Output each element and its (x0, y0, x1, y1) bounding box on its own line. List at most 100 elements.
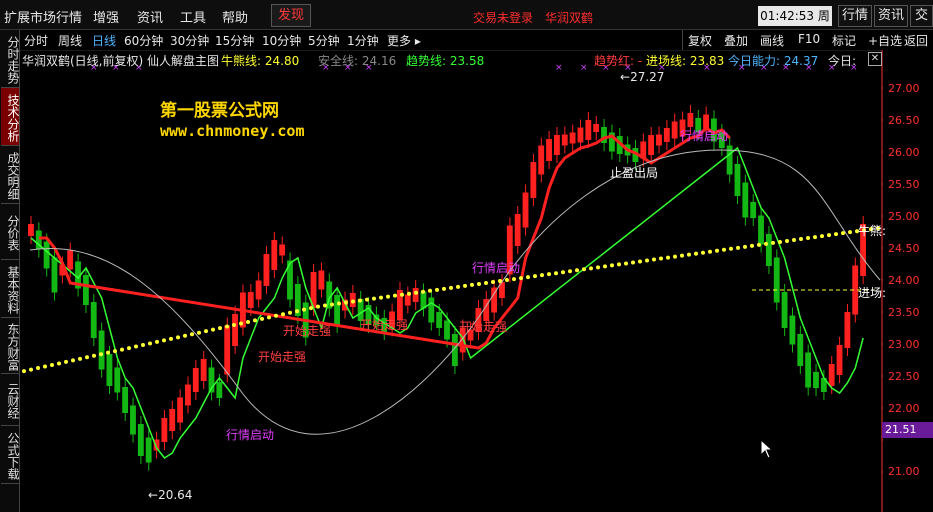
toolbar-divider (682, 30, 683, 50)
bull-line-dot (190, 332, 194, 337)
bull-line-dot (736, 245, 740, 250)
bull-line-dot (505, 278, 509, 283)
f10-button[interactable]: F10 (798, 32, 820, 46)
bull-line-dot (113, 349, 117, 354)
menu-tools[interactable]: 工具 (180, 7, 206, 26)
period-60min[interactable]: 60分钟 (124, 32, 163, 49)
back-button[interactable]: 返回 (904, 32, 928, 49)
add-watchlist-button[interactable]: +自选 (868, 32, 902, 49)
mark-button[interactable]: 标记 (832, 32, 856, 49)
candle-body (561, 134, 568, 146)
bull-line-dot (372, 296, 376, 301)
sidebar-tab-eastmoney[interactable]: 东方财富 (1, 318, 20, 374)
bull-line-dot (155, 339, 159, 344)
candle-body (836, 345, 843, 375)
bull-line-dot (127, 346, 131, 351)
price-axis-label: 25.50 (888, 178, 920, 191)
bull-line-dot (120, 347, 124, 352)
bull-line-dot (64, 359, 68, 364)
bull-line-dot (757, 242, 761, 247)
sidebar-tab-trades[interactable]: 成交明细 (1, 146, 20, 204)
period-daily[interactable]: 日线 (92, 32, 116, 49)
price-axis-label: 22.50 (888, 370, 920, 383)
bull-line-dot (575, 268, 579, 273)
bull-line-dot (848, 230, 852, 235)
bull-line-dot (540, 273, 544, 278)
bull-line-dot (134, 344, 138, 349)
candle-body (216, 382, 223, 398)
candle-body (114, 367, 121, 393)
low-price-marker: ←20.64 (148, 488, 193, 502)
candle-body (161, 418, 168, 442)
sidebar-tab-fundamentals[interactable]: 基本资料 (1, 260, 20, 318)
period-30min[interactable]: 30分钟 (170, 32, 209, 49)
menu-enhance[interactable]: 增强 (93, 7, 119, 26)
bull-line-dot (148, 341, 152, 346)
candle-body (444, 320, 450, 340)
sidebar-tab-formula-download[interactable]: 公式下载 (1, 426, 20, 484)
bull-line-dot (624, 261, 628, 266)
bull-line-dot (358, 298, 362, 303)
candle-body (90, 302, 97, 338)
close-icon[interactable]: ✕ (868, 52, 882, 66)
candle-body (750, 202, 757, 218)
adjust-button[interactable]: 复权 (688, 32, 712, 49)
overlay-button[interactable]: 叠加 (724, 32, 748, 49)
signal-strong-2: 开始走强 (283, 324, 332, 338)
candle-body (145, 437, 152, 463)
candle-body (43, 241, 50, 269)
quote-button[interactable]: 行情 (838, 5, 872, 27)
candle-body (169, 409, 176, 431)
period-weekly[interactable]: 周线 (58, 32, 82, 49)
candle-body (412, 288, 419, 302)
bull-line-dot (666, 255, 670, 260)
login-status[interactable]: 交易未登录 (473, 9, 533, 26)
sidebar-tab-technical[interactable]: 技术分析 (1, 88, 20, 146)
info-button[interactable]: 资讯 (874, 5, 908, 27)
trade-button[interactable]: 交易 (910, 5, 933, 27)
candle-body (263, 254, 270, 286)
candle-body (82, 275, 89, 305)
period-intraday[interactable]: 分时 (24, 32, 48, 49)
bull-line-dot (36, 366, 40, 371)
candle-body (734, 164, 741, 196)
bull-line-dot (771, 240, 775, 245)
bull-line-dot (673, 254, 677, 259)
sidebar-tab-intraday[interactable]: 分时走势 (1, 30, 20, 88)
bull-line-dot (638, 259, 642, 264)
period-15min[interactable]: 15分钟 (215, 32, 254, 49)
candle-body (585, 120, 592, 140)
kline-chart[interactable]: × × × × × × × × × × × × × × × × × × (20, 50, 883, 512)
period-10min[interactable]: 10分钟 (262, 32, 301, 49)
candle-body (553, 135, 560, 155)
bull-line-dot (253, 318, 257, 323)
period-1min[interactable]: 1分钟 (347, 32, 379, 49)
high-price-value: 27.27 (630, 70, 665, 84)
candle-body (663, 128, 670, 142)
sidebar-tab-price-table[interactable]: 分价表 (1, 204, 20, 260)
bull-line-tag: 牛熊: (858, 224, 887, 238)
bull-line-dot (281, 312, 285, 317)
signal-strong-3: 开始走强 (360, 318, 409, 332)
menu-help[interactable]: 帮助 (222, 7, 248, 26)
menu-extended-market[interactable]: 扩展市场行情 (4, 7, 82, 26)
period-5min[interactable]: 5分钟 (308, 32, 340, 49)
bull-line-dot (610, 263, 614, 268)
today-strength-value: 今日能力: 24.37 (728, 54, 819, 68)
bull-line-dot (764, 241, 768, 246)
today-label: 今日: (828, 54, 857, 68)
menu-news[interactable]: 资讯 (137, 7, 163, 26)
bull-line-dot (729, 246, 733, 251)
candle-body (522, 192, 529, 228)
menu-discover[interactable]: 发现 (271, 4, 311, 27)
bull-line-dot (652, 257, 656, 262)
period-more[interactable]: 更多 ▸ (387, 32, 421, 49)
bull-line-dot (792, 238, 796, 242)
draw-line-button[interactable]: 画线 (760, 32, 784, 49)
bull-line-dot (225, 324, 229, 329)
sidebar-tab-yuncaijing[interactable]: 云财经 (1, 374, 20, 426)
bull-line-dot (211, 327, 215, 332)
bull-line-dot (589, 266, 593, 271)
candle-body (177, 397, 184, 423)
bull-line-dot (484, 280, 488, 285)
